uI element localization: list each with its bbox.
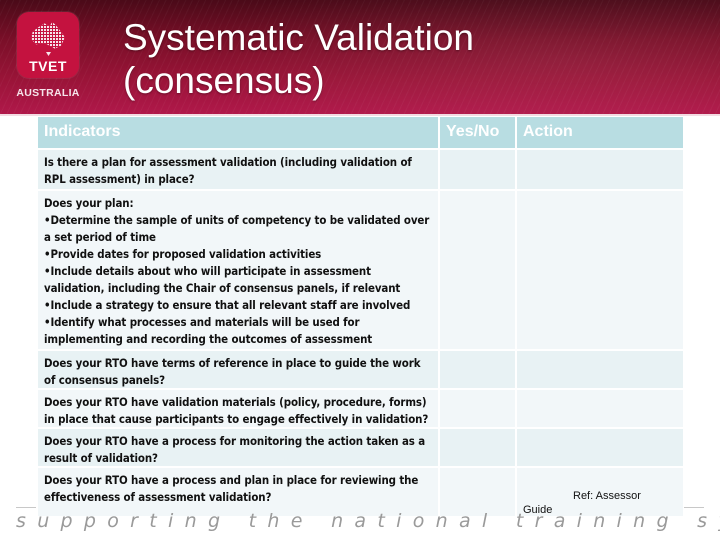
column-header-yes-no: Yes/No <box>440 117 515 148</box>
slide-title: Systematic Validation (consensus) <box>123 16 683 102</box>
footer-rule-right <box>684 507 704 508</box>
action-cell[interactable] <box>517 351 683 388</box>
footer-rule-left <box>16 507 36 508</box>
table-row: Does your plan: •Determine the sample of… <box>38 191 683 363</box>
plan-bullet: •Provide dates for proposed validation a… <box>44 247 322 261</box>
plan-intro: Does your plan: <box>44 196 134 210</box>
action-cell[interactable] <box>517 429 683 466</box>
title-line-2: (consensus) <box>123 60 325 101</box>
validation-checklist-table: Indicators Yes/No Action Is there a plan… <box>38 117 683 518</box>
table-row: Does your RTO have validation materials … <box>38 390 683 427</box>
tvet-logo: TVET <box>17 12 79 78</box>
table-row: Does your RTO have a process for monitor… <box>38 429 683 466</box>
header-divider <box>0 114 720 116</box>
action-cell[interactable]: Ref: Assessor Guide <box>517 468 683 516</box>
column-header-indicators: Indicators <box>38 117 438 148</box>
yes-no-cell[interactable] <box>440 191 515 349</box>
plan-bullet: •Include a strategy to ensure that all r… <box>44 298 411 312</box>
table-row: Does your RTO have terms of reference in… <box>38 351 683 388</box>
yes-no-cell[interactable] <box>440 150 515 189</box>
yes-no-cell[interactable] <box>440 390 515 427</box>
action-cell[interactable] <box>517 191 683 349</box>
yes-no-cell[interactable] <box>440 351 515 388</box>
logo-subtitle: AUSTRALIA <box>16 87 80 99</box>
indicator-cell: Does your RTO have validation materials … <box>38 390 438 427</box>
indicator-cell: Does your RTO have a process and plan in… <box>38 468 438 516</box>
footer-tagline: supporting the national training system <box>16 510 720 532</box>
indicator-cell: Does your plan: •Determine the sample of… <box>38 191 438 363</box>
yes-no-cell[interactable] <box>440 468 515 516</box>
table-row: Does your RTO have a process and plan in… <box>38 468 683 516</box>
table-row: Is there a plan for assessment validatio… <box>38 150 683 189</box>
plan-bullet: •Include details about who will particip… <box>44 264 401 295</box>
yes-no-cell[interactable] <box>440 429 515 466</box>
logo-brand-text: TVET <box>29 58 67 74</box>
title-line-1: Systematic Validation <box>123 17 474 58</box>
action-cell[interactable] <box>517 150 683 189</box>
indicator-cell: Is there a plan for assessment validatio… <box>38 150 438 189</box>
column-header-action: Action <box>517 117 683 148</box>
table-header-row: Indicators Yes/No Action <box>38 117 683 148</box>
tasmania-icon <box>46 52 51 56</box>
indicator-cell: Does your RTO have terms of reference in… <box>38 351 438 388</box>
plan-bullet: •Determine the sample of units of compet… <box>44 213 430 244</box>
australia-map-icon <box>31 22 65 49</box>
reference-note-line-1: Ref: Assessor <box>573 490 641 502</box>
indicator-cell: Does your RTO have a process for monitor… <box>38 429 438 466</box>
action-cell[interactable] <box>517 390 683 427</box>
